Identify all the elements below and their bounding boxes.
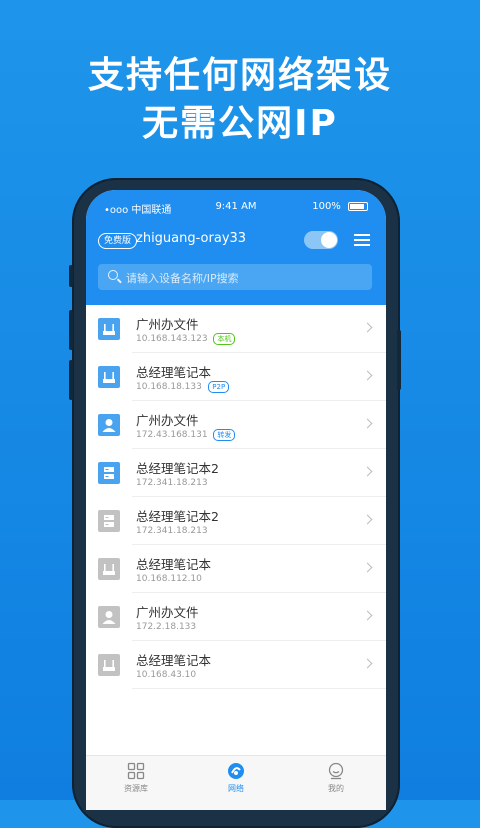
device-name: 广州办文件	[136, 605, 199, 620]
chevron-right-icon	[362, 610, 373, 621]
device-name: 广州办文件	[136, 317, 199, 332]
router-icon	[98, 654, 120, 676]
profile-icon	[327, 762, 345, 780]
phone-volume-down	[69, 360, 73, 400]
tab-label: 资源库	[124, 784, 148, 793]
device-name: 总经理笔记本2	[136, 509, 219, 524]
app-header: •ooo 中国联通 9:41 AM 100% 免费版 zhiguang-oray…	[86, 190, 386, 305]
connection-badge: 本机	[213, 333, 236, 345]
phone-volume-up	[69, 310, 73, 350]
network-icon	[227, 762, 245, 780]
server-icon	[98, 462, 120, 484]
server-icon	[98, 510, 120, 532]
headline: 支持任何网络架设 无需公网IP	[0, 52, 480, 148]
device-ip: 10.168.143.123	[136, 334, 208, 344]
plan-badge: 免费版	[98, 233, 138, 249]
router-icon	[98, 318, 120, 340]
device-row[interactable]: 总经理笔记本 10.168.43.10	[86, 641, 386, 689]
chevron-right-icon	[362, 658, 373, 669]
device-ip: 172.43.168.131	[136, 430, 208, 440]
toggle-knob	[321, 232, 337, 248]
chevron-right-icon	[362, 370, 373, 381]
device-ip: 10.168.112.10	[136, 574, 202, 584]
tab-network[interactable]: 网络	[186, 762, 286, 794]
device-name: 总经理笔记本	[136, 557, 212, 572]
device-row[interactable]: 广州办文件 10.168.143.123 本机	[86, 305, 386, 353]
device-ip: 10.168.18.133	[136, 382, 202, 392]
account-name: zhiguang-oray33	[136, 231, 247, 246]
tab-label: 网络	[228, 784, 244, 793]
device-ip: 172.2.18.133	[136, 622, 197, 632]
device-name: 广州办文件	[136, 413, 199, 428]
app-screen: •ooo 中国联通 9:41 AM 100% 免费版 zhiguang-oray…	[86, 190, 386, 810]
device-name: 总经理笔记本2	[136, 461, 219, 476]
status-bar: •ooo 中国联通 9:41 AM 100%	[86, 198, 386, 216]
tab-label: 我的	[328, 784, 344, 793]
headline-line-1: 支持任何网络架设	[87, 55, 392, 96]
chevron-right-icon	[362, 322, 373, 333]
connection-badge: P2P	[208, 381, 230, 393]
device-row[interactable]: 总经理笔记本 10.168.18.133 P2P	[86, 353, 386, 401]
device-name: 总经理笔记本	[136, 653, 212, 668]
network-toggle[interactable]	[304, 231, 338, 249]
user-icon	[98, 606, 120, 628]
user-icon	[98, 414, 120, 436]
chevron-right-icon	[362, 562, 373, 573]
headline-line-2: 无需公网IP	[142, 103, 338, 144]
device-row[interactable]: 总经理笔记本2 172.341.18.213	[86, 497, 386, 545]
device-ip: 172.341.18.213	[136, 478, 208, 488]
search-icon	[108, 270, 118, 280]
phone-mute-switch	[69, 265, 73, 287]
grid-icon	[127, 762, 145, 780]
device-row[interactable]: 广州办文件 172.43.168.131 转发	[86, 401, 386, 449]
connection-badge: 转发	[213, 429, 236, 441]
battery-icon	[348, 201, 368, 211]
router-icon	[98, 366, 120, 388]
device-ip: 10.168.43.10	[136, 670, 197, 680]
phone-power-button	[397, 330, 401, 390]
search-input[interactable]: 请输入设备名称/IP搜索	[98, 264, 372, 290]
battery-label: 100%	[312, 201, 341, 212]
menu-icon[interactable]	[354, 234, 370, 246]
device-name: 总经理笔记本	[136, 365, 212, 380]
chevron-right-icon	[362, 514, 373, 525]
row-divider	[132, 688, 386, 689]
tab-profile[interactable]: 我的	[286, 762, 386, 794]
chevron-right-icon	[362, 418, 373, 429]
search-placeholder: 请输入设备名称/IP搜索	[126, 272, 239, 285]
device-row[interactable]: 总经理笔记本 10.168.112.10	[86, 545, 386, 593]
router-icon	[98, 558, 120, 580]
device-ip: 172.341.18.213	[136, 526, 208, 536]
battery-status: 100%	[312, 201, 368, 212]
device-row[interactable]: 广州办文件 172.2.18.133	[86, 593, 386, 641]
device-list: 广州办文件 10.168.143.123 本机总经理笔记本 10.168.18.133…	[86, 305, 386, 689]
device-row[interactable]: 总经理笔记本2 172.341.18.213	[86, 449, 386, 497]
tab-resources[interactable]: 资源库	[86, 762, 186, 794]
chevron-right-icon	[362, 466, 373, 477]
tab-bar: 资源库 网络 我的	[86, 755, 386, 810]
